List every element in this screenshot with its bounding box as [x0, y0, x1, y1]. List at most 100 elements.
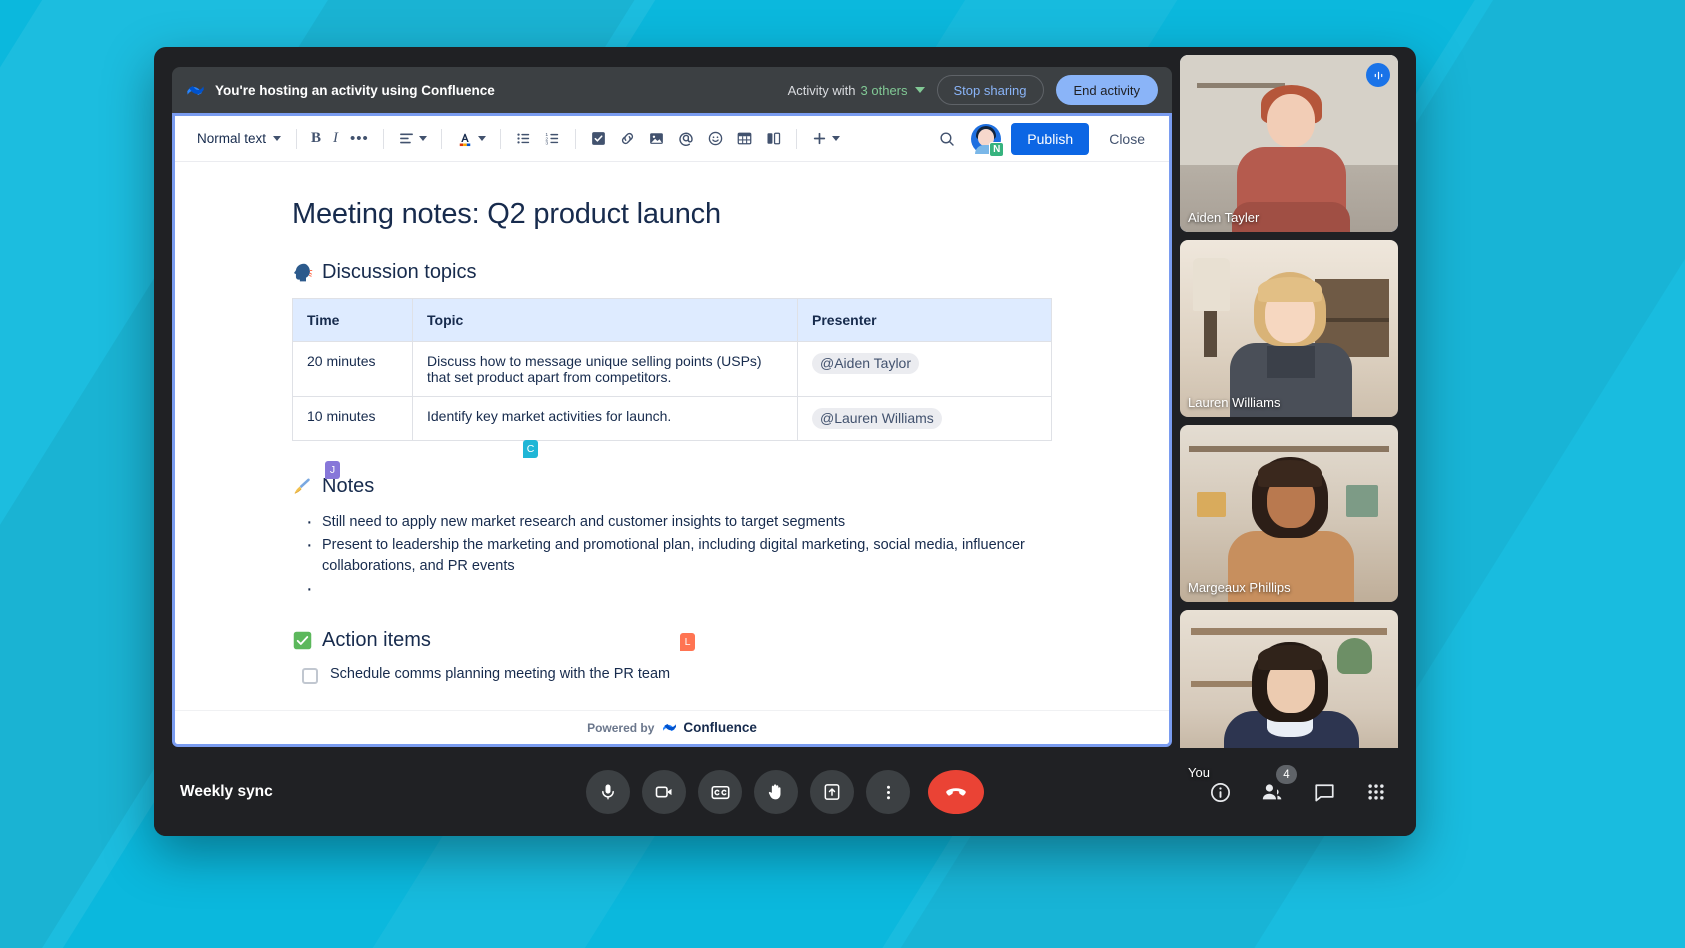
list-item[interactable]: Present to leadership the marketing and …: [292, 535, 1052, 577]
participant-tile-margeaux[interactable]: Margeaux Phillips: [1180, 425, 1398, 602]
numbered-list-button[interactable]: 1 2 3: [539, 124, 566, 154]
align-left-icon: [398, 130, 415, 147]
svg-text:3: 3: [545, 141, 548, 147]
scene-shelf: [1197, 83, 1284, 88]
image-icon: [648, 130, 665, 147]
scene-lamp-base: [1204, 311, 1217, 357]
cell-presenter: @Aiden Taylor: [798, 342, 1052, 397]
editor-toolbar-right: N Publish Close: [933, 123, 1155, 155]
desktop-backdrop: You're hosting an activity using Conflue…: [0, 0, 1685, 948]
captions-button[interactable]: [698, 770, 742, 814]
footer-product-name: Confluence: [683, 720, 757, 735]
call-stage: You're hosting an activity using Conflue…: [154, 47, 1416, 748]
more-options-button[interactable]: [866, 770, 910, 814]
editor-user-avatar[interactable]: N: [971, 124, 1001, 154]
bullet-list-button[interactable]: [510, 124, 537, 154]
chat-bubble-icon: [1313, 781, 1336, 804]
white-check-mark-emoji-icon: [292, 630, 313, 651]
image-button[interactable]: [643, 124, 670, 154]
page-title: Meeting notes: Q2 product launch: [292, 198, 1052, 231]
section-heading-text: Notes: [322, 475, 374, 498]
scene-plant: [1337, 638, 1372, 673]
raise-hand-button[interactable]: [754, 770, 798, 814]
activity-host-banner: You're hosting an activity using Conflue…: [172, 67, 1172, 113]
mic-active-icon: [1372, 69, 1385, 82]
text-color-button[interactable]: [451, 124, 491, 154]
action-item-checkbox[interactable]: [302, 668, 318, 684]
toolbar-divider: [575, 129, 576, 149]
bullet-list-icon: [515, 130, 532, 147]
more-vertical-icon: [879, 783, 898, 802]
section-heading-text: Discussion topics: [322, 261, 477, 284]
scene-box: [1197, 492, 1225, 517]
video-call-window: You're hosting an activity using Conflue…: [154, 47, 1416, 836]
numbered-list-icon: 1 2 3: [544, 130, 561, 147]
action-item-label[interactable]: Schedule comms planning meeting with the…: [330, 666, 670, 682]
document-scroll-area[interactable]: Meeting notes: Q2 product launch Discuss…: [175, 162, 1169, 710]
chevron-down-icon: [419, 136, 427, 141]
chat-button[interactable]: [1310, 778, 1338, 806]
activities-button[interactable]: [1362, 778, 1390, 806]
mention-chip[interactable]: @Aiden Taylor: [812, 353, 919, 374]
person-hair-top: [1258, 460, 1321, 487]
checkbox-checked-icon: [590, 130, 607, 147]
participant-name: You: [1188, 765, 1210, 780]
camera-button[interactable]: [642, 770, 686, 814]
table-icon: [736, 130, 753, 147]
video-feed: [1180, 55, 1398, 232]
insert-more-button[interactable]: [806, 124, 845, 154]
discussion-topics-table: Time Topic Presenter 20 minutes: [292, 298, 1052, 441]
close-editor-button[interactable]: Close: [1099, 123, 1155, 155]
list-item[interactable]: Still need to apply new market research …: [292, 512, 1052, 533]
task-list-button[interactable]: [585, 124, 612, 154]
toolbar-divider: [796, 129, 797, 149]
people-button[interactable]: 4: [1258, 778, 1286, 806]
text-style-dropdown[interactable]: Normal text: [189, 124, 287, 154]
publish-button[interactable]: Publish: [1011, 123, 1089, 155]
microphone-button[interactable]: [586, 770, 630, 814]
confluence-logo-icon: [662, 720, 677, 735]
stop-sharing-button[interactable]: Stop sharing: [937, 75, 1044, 105]
leave-call-button[interactable]: [928, 770, 984, 814]
layout-button[interactable]: [760, 124, 787, 154]
chevron-down-icon: [478, 136, 486, 141]
participant-name: Aiden Tayler: [1188, 210, 1259, 225]
end-activity-button[interactable]: End activity: [1056, 75, 1158, 105]
meeting-bottom-bar: Weekly sync: [154, 748, 1416, 836]
speaking-head-emoji-icon: [292, 262, 313, 283]
present-screen-icon: [822, 782, 842, 802]
plus-icon: [811, 130, 828, 147]
emoji-button[interactable]: [702, 124, 729, 154]
columns-layout-icon: [765, 130, 782, 147]
scene-shelf-line: [1315, 318, 1389, 322]
toolbar-divider: [383, 129, 384, 149]
meeting-details-button[interactable]: [1206, 778, 1234, 806]
activity-banner-actions: Activity with 3 others Stop sharing End …: [788, 75, 1158, 105]
document-body: Meeting notes: Q2 product launch Discuss…: [175, 162, 1169, 684]
mention-chip[interactable]: @Lauren Williams: [812, 408, 942, 429]
mention-button[interactable]: [672, 124, 700, 154]
people-count-badge: 4: [1276, 765, 1297, 784]
action-items-heading: Action items: [292, 629, 1052, 652]
participant-tile-lauren[interactable]: Lauren Williams: [1180, 240, 1398, 417]
chevron-down-icon: [915, 87, 925, 93]
person-hair-top: [1258, 645, 1321, 670]
search-button[interactable]: [933, 124, 961, 154]
link-button[interactable]: [614, 124, 641, 154]
italic-button[interactable]: I: [328, 124, 343, 154]
activity-participants-dropdown[interactable]: Activity with 3 others: [788, 83, 925, 98]
scene-shelf: [1191, 628, 1387, 635]
participant-tile-aiden[interactable]: Aiden Tayler: [1180, 55, 1398, 232]
bold-button[interactable]: B: [306, 124, 326, 154]
person-collar: [1267, 346, 1315, 378]
more-formatting-button[interactable]: •••: [345, 124, 374, 154]
toolbar-divider: [500, 129, 501, 149]
text-align-button[interactable]: [393, 124, 432, 154]
table-button[interactable]: [731, 124, 758, 154]
host-banner-text: You're hosting an activity using Conflue…: [215, 83, 495, 98]
list-item[interactable]: [292, 579, 1052, 599]
column-header-time: Time: [293, 299, 413, 342]
footer-product: Confluence: [662, 720, 757, 735]
present-screen-button[interactable]: [810, 770, 854, 814]
table-header-row: Time Topic Presenter: [293, 299, 1052, 342]
